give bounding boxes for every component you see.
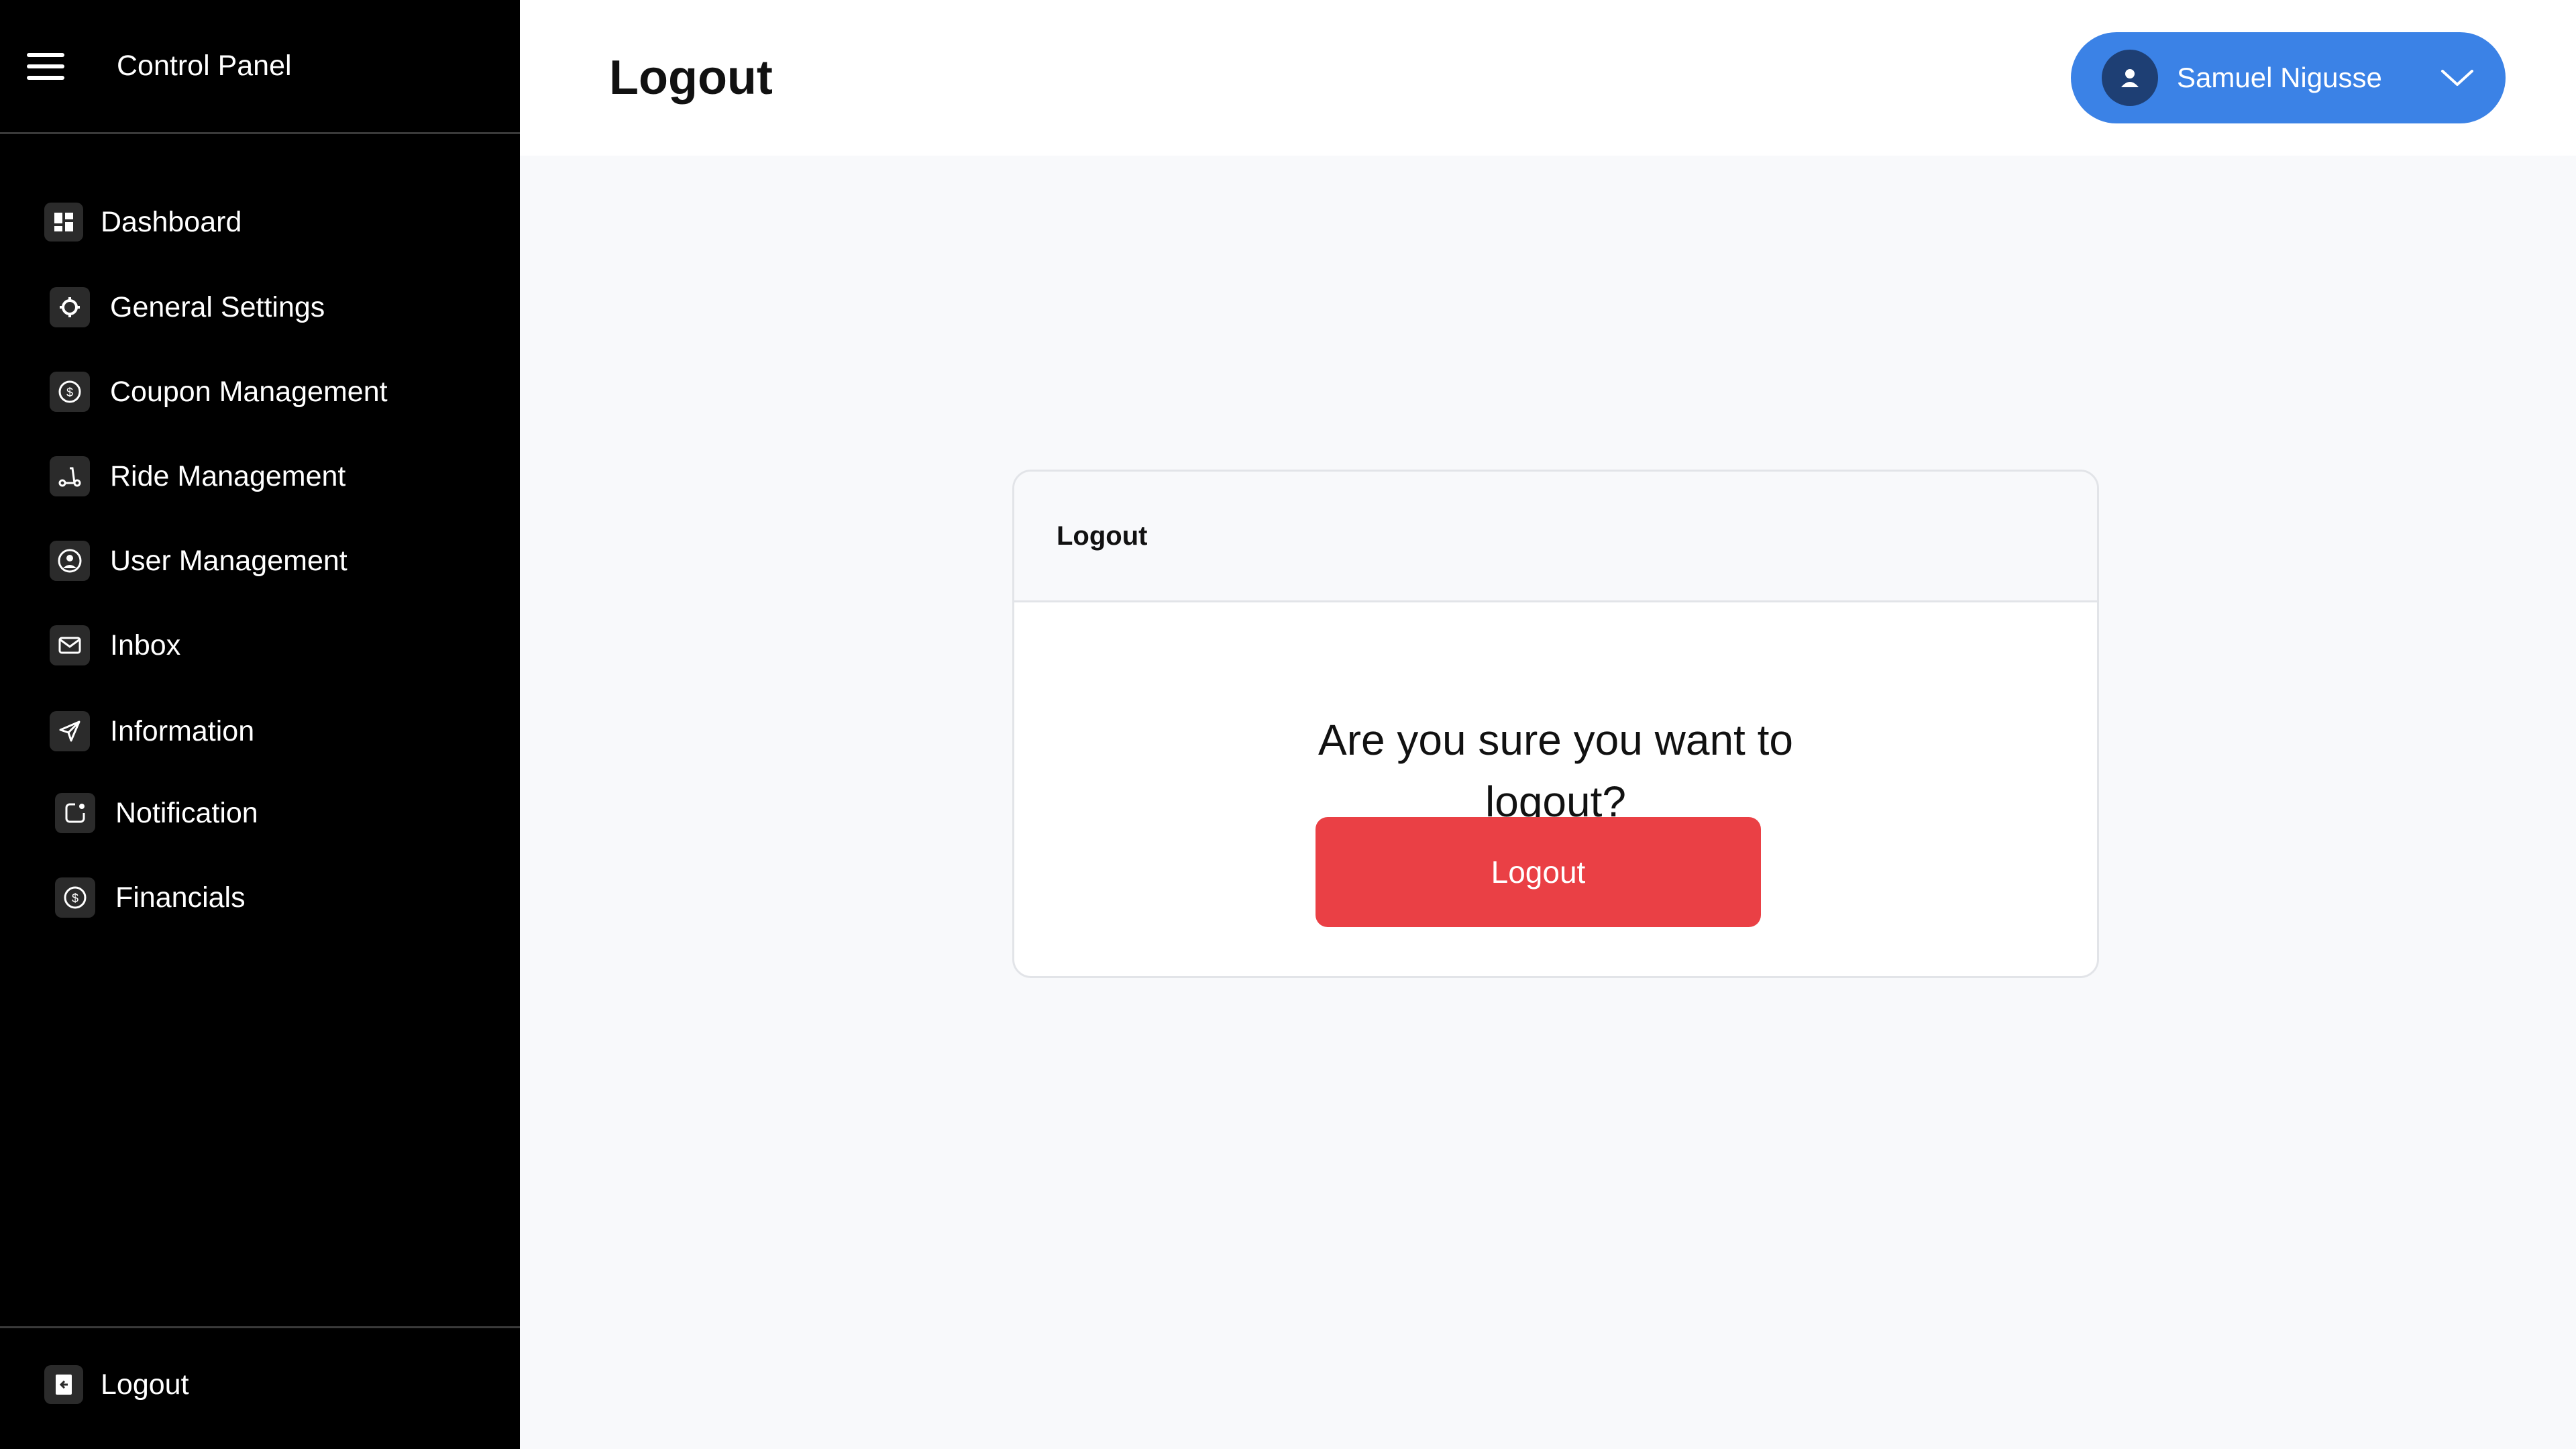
- sidebar-item-information[interactable]: Information: [50, 711, 254, 751]
- coin-icon: $: [55, 877, 95, 918]
- sidebar-logout-link[interactable]: Logout: [44, 1365, 189, 1404]
- menu-icon[interactable]: [27, 52, 64, 80]
- user-icon: [2121, 69, 2139, 87]
- sidebar-item-coupon-management[interactable]: $ Coupon Management: [50, 372, 388, 412]
- confirm-message: Are you sure you want to logout?: [1014, 709, 2097, 833]
- gear-icon: [50, 287, 90, 327]
- mail-icon: [50, 625, 90, 665]
- sidebar-item-label: Coupon Management: [110, 375, 388, 408]
- sidebar-title: Control Panel: [117, 50, 292, 82]
- sidebar-item-inbox[interactable]: Inbox: [50, 625, 180, 665]
- sidebar-item-label: Financials: [115, 881, 246, 914]
- logout-button[interactable]: Logout: [1316, 817, 1761, 927]
- sidebar-item-label: Inbox: [110, 629, 181, 661]
- card-header: Logout: [1014, 472, 2097, 602]
- sidebar-footer: Logout: [0, 1326, 520, 1449]
- sidebar-item-label: User Management: [110, 544, 347, 577]
- sidebar-item-general-settings[interactable]: General Settings: [50, 287, 325, 327]
- coin-icon: $: [50, 372, 90, 412]
- logout-card: Logout Are you sure you want to logout? …: [1012, 470, 2099, 978]
- sidebar: Control Panel Dashboard General Settings…: [0, 0, 520, 1449]
- logout-icon: [44, 1365, 83, 1404]
- top-bar: Logout Samuel Nigusse: [520, 0, 2576, 156]
- sidebar-logout-label: Logout: [101, 1368, 189, 1401]
- sidebar-item-ride-management[interactable]: Ride Management: [50, 456, 345, 496]
- sidebar-item-label: Notification: [115, 796, 258, 829]
- user-circle-icon: [50, 541, 90, 581]
- sidebar-item-financials[interactable]: $ Financials: [55, 877, 246, 918]
- send-icon: [50, 711, 90, 751]
- notification-icon: [55, 793, 95, 833]
- svg-text:$: $: [66, 386, 73, 399]
- sidebar-item-label: Information: [110, 714, 255, 747]
- dashboard-icon: [44, 203, 83, 241]
- sidebar-item-dashboard[interactable]: Dashboard: [44, 203, 241, 241]
- chevron-down-icon: [2440, 63, 2475, 96]
- svg-text:$: $: [72, 892, 78, 905]
- user-menu-button[interactable]: Samuel Nigusse: [2071, 32, 2506, 123]
- sidebar-item-label: Ride Management: [110, 460, 346, 492]
- sidebar-item-user-management[interactable]: User Management: [50, 541, 347, 581]
- avatar: [2102, 50, 2158, 106]
- card-title: Logout: [1057, 521, 1148, 551]
- scooter-icon: [50, 456, 90, 496]
- sidebar-item-notification[interactable]: Notification: [55, 793, 258, 833]
- sidebar-header: Control Panel: [0, 0, 520, 134]
- sidebar-item-label: General Settings: [110, 290, 325, 323]
- page-title: Logout: [609, 51, 773, 105]
- user-name: Samuel Nigusse: [2177, 62, 2382, 93]
- sidebar-item-label: Dashboard: [101, 205, 242, 238]
- confirm-message-line-1: Are you sure you want to: [1318, 716, 1793, 764]
